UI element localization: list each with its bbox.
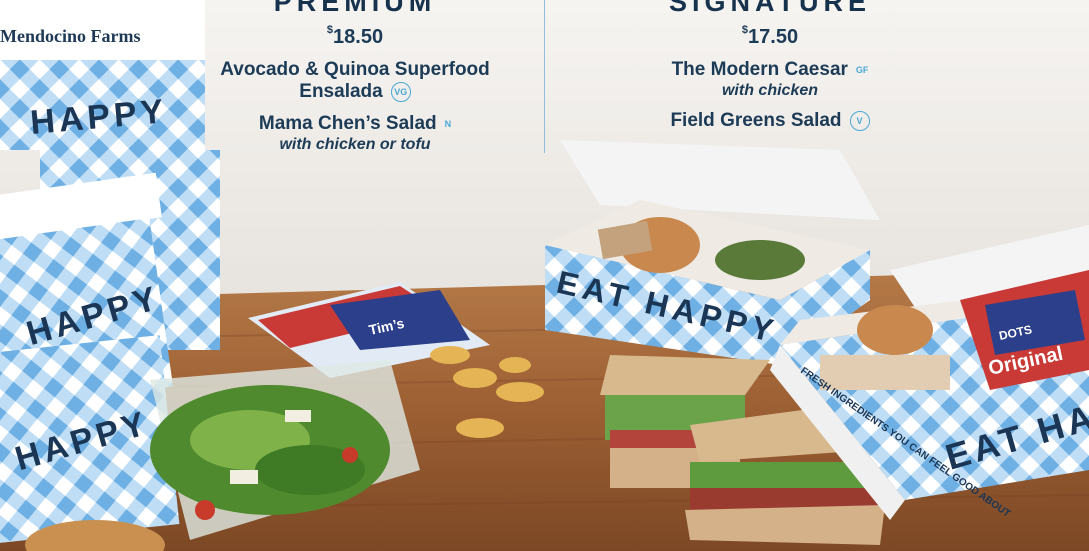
- menu-item-name: Mama Chen’s Salad: [258, 113, 437, 135]
- signature-price: $17.50: [560, 24, 980, 49]
- vegan-badge: VG: [390, 81, 411, 102]
- menu-item-modern-caesar: The Modern Caesar GF with chicken: [560, 59, 980, 100]
- menu-item-field-greens: Field Greens Salad V: [560, 110, 980, 132]
- menu-item-avocado-quinoa: Avocado & Quinoa Superfood Ensalada VG: [210, 59, 500, 103]
- signature-section: SIGNATURE $17.50 The Modern Caesar GF wit…: [560, 0, 980, 132]
- menu-item-name: Avocado & Quinoa Superfood Ensalada: [220, 59, 490, 102]
- column-divider: [544, 0, 545, 153]
- signature-price-symbol: $: [741, 24, 749, 36]
- signature-heading: SIGNATURE: [668, 0, 871, 17]
- premium-price-value: 18.50: [333, 26, 384, 48]
- menu-item-name: Field Greens Salad: [670, 110, 842, 132]
- menu-item-mama-chens: Mama Chen’s Salad N with chicken or tofu: [210, 113, 500, 154]
- gluten-free-badge: GF: [855, 65, 869, 75]
- premium-price-symbol: $: [326, 24, 334, 36]
- vegetarian-badge: V: [849, 111, 870, 131]
- menu-item-name: The Modern Caesar: [671, 59, 848, 81]
- nuts-badge: N: [444, 119, 452, 129]
- menu-item-subtitle: with chicken or tofu: [279, 136, 431, 154]
- box-brand-text: Mendocino Farms: [0, 26, 140, 46]
- menu-item-subtitle: with chicken: [721, 82, 819, 100]
- premium-section: PREMIUM $18.50 Avocado & Quinoa Superfoo…: [210, 0, 500, 154]
- signature-price-value: 17.50: [748, 26, 799, 48]
- premium-price: $18.50: [210, 24, 500, 49]
- premium-heading: PREMIUM: [273, 0, 437, 17]
